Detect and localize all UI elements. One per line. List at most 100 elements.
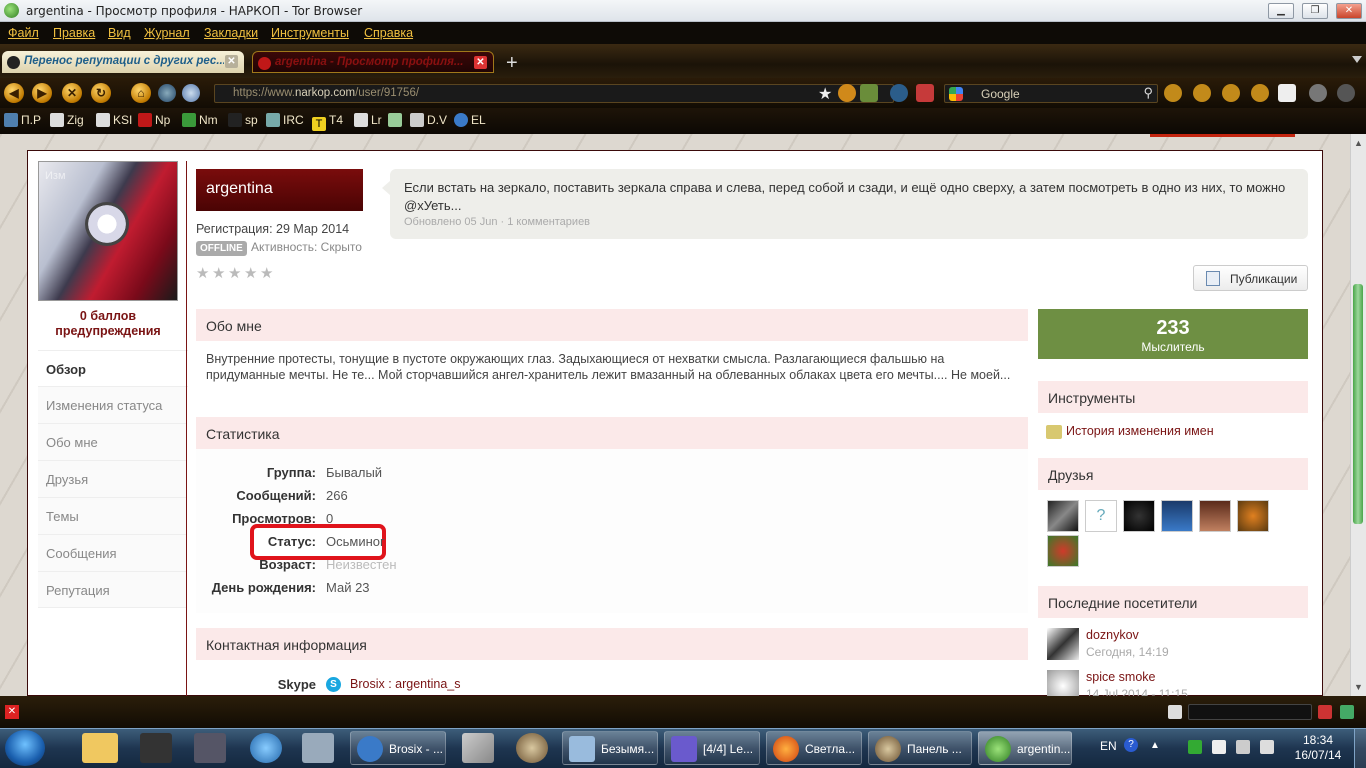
- restore-button[interactable]: ❐: [1302, 3, 1328, 19]
- tab-close-icon[interactable]: ✕: [225, 55, 238, 68]
- taskbar-item-brosix[interactable]: Brosix - ...: [350, 731, 446, 765]
- toolbar-icon-3[interactable]: [1222, 84, 1240, 102]
- rating-stars[interactable]: ★ ★ ★ ★ ★: [196, 266, 276, 281]
- forward-icon[interactable]: ▶: [32, 83, 52, 103]
- taskbar-app-icon[interactable]: [194, 733, 226, 763]
- search-icon[interactable]: ⚲: [1143, 85, 1153, 101]
- friend-avatar[interactable]: [1123, 500, 1155, 532]
- star-icon[interactable]: ★: [196, 266, 211, 281]
- sidebar-item-about[interactable]: Обо мне: [38, 424, 186, 461]
- skype-value[interactable]: Brosix : argentina_s: [350, 677, 460, 691]
- toolbar-icon-5[interactable]: [1278, 84, 1296, 102]
- avatar-edit-overlay[interactable]: Изм: [45, 170, 66, 182]
- stop-icon[interactable]: ✕: [62, 83, 82, 103]
- extension-atom-icon[interactable]: [890, 84, 908, 102]
- status-addon-icon-2[interactable]: [1318, 705, 1332, 719]
- menu-history[interactable]: Журнал: [144, 26, 190, 40]
- bookmark-t4[interactable]: T T4: [312, 113, 343, 131]
- tray-arrow-icon[interactable]: ▲: [1150, 740, 1160, 751]
- close-window-button[interactable]: ✕: [1336, 3, 1362, 19]
- friend-avatar[interactable]: [1237, 500, 1269, 532]
- bookmark-unnamed[interactable]: [388, 113, 405, 127]
- bookmark-sp[interactable]: sp: [228, 113, 258, 127]
- friend-avatar[interactable]: [1199, 500, 1231, 532]
- sidebar-item-posts[interactable]: Сообщения: [38, 535, 186, 572]
- tab-close-icon[interactable]: ✕: [474, 56, 487, 69]
- url-bar[interactable]: https://www.narkop.com/user/91756/: [214, 84, 894, 103]
- menu-view[interactable]: Вид: [108, 26, 131, 40]
- menu-edit[interactable]: Правка: [53, 26, 95, 40]
- tab-reputation-transfer[interactable]: Перенос репутации с других рес... ✕: [2, 51, 244, 73]
- taskbar-sound-icon[interactable]: [302, 733, 334, 763]
- scrollbar-thumb[interactable]: [1353, 284, 1363, 524]
- bookmark-irc[interactable]: IRC: [266, 113, 304, 127]
- friend-avatar[interactable]: [1047, 535, 1079, 567]
- scroll-up-icon[interactable]: ▲: [1354, 138, 1363, 148]
- explorer-taskbar-icon[interactable]: [82, 733, 118, 763]
- bookmark-dv[interactable]: D.V: [410, 113, 447, 127]
- tab-list-chevron-icon[interactable]: [1352, 56, 1362, 66]
- avatar[interactable]: Изм: [38, 161, 178, 301]
- bookmark-nm[interactable]: Nm: [182, 113, 218, 127]
- toolbar-icon-4[interactable]: [1251, 84, 1269, 102]
- sidebar-item-reputation[interactable]: Репутация: [38, 572, 186, 608]
- tray-icon[interactable]: [1188, 740, 1202, 754]
- status-addon-dropdown[interactable]: [1188, 704, 1312, 720]
- tab-argentina-profile[interactable]: argentina - Просмотр профиля... ✕: [252, 51, 494, 73]
- taskbar-item-untitled[interactable]: Безымя...: [562, 731, 658, 765]
- tray-icon[interactable]: [1212, 740, 1226, 754]
- toolbar-icon-7[interactable]: [1337, 84, 1355, 102]
- show-desktop-button[interactable]: [1354, 729, 1366, 768]
- clock[interactable]: 18:34 16/07/14: [1290, 733, 1346, 763]
- close-bar-icon[interactable]: ✕: [5, 705, 19, 719]
- taskbar-item-panel[interactable]: Панель ...: [868, 731, 972, 765]
- network-icon[interactable]: [1236, 740, 1250, 754]
- name-history-link[interactable]: История изменения имен: [1066, 424, 1214, 438]
- bookmark-np[interactable]: Np: [138, 113, 170, 127]
- visitor-avatar[interactable]: [1047, 670, 1079, 696]
- star-icon[interactable]: ★: [244, 266, 259, 281]
- menu-help[interactable]: Справка: [364, 26, 413, 40]
- bookmark-lr[interactable]: Lr: [354, 113, 382, 127]
- status-addon-icon-3[interactable]: [1340, 705, 1354, 719]
- visitor-name[interactable]: doznykov: [1086, 628, 1139, 642]
- star-icon[interactable]: ★: [260, 266, 275, 281]
- taskbar-app-icon[interactable]: [140, 733, 172, 763]
- back-icon[interactable]: ◀: [4, 83, 24, 103]
- friend-avatar[interactable]: [1047, 500, 1079, 532]
- star-icon[interactable]: ★: [228, 266, 243, 281]
- start-button[interactable]: [5, 730, 45, 766]
- bookmark-el[interactable]: EL: [454, 113, 486, 127]
- bookmark-pr[interactable]: П.Р: [4, 113, 41, 127]
- sidebar-item-topics[interactable]: Темы: [38, 498, 186, 535]
- status-update-meta[interactable]: Обновлено 05 Jun · 1 комментариев: [404, 216, 590, 228]
- friend-avatar[interactable]: [1161, 500, 1193, 532]
- volume-icon[interactable]: [1260, 740, 1274, 754]
- help-icon[interactable]: ?: [1124, 738, 1138, 752]
- taskbar-item-firefox[interactable]: Светла...: [766, 731, 862, 765]
- taskbar-item-argentina[interactable]: argentin...: [978, 731, 1072, 765]
- tor-taskbar-icon[interactable]: [516, 733, 548, 763]
- extension-house-icon[interactable]: [860, 84, 878, 102]
- toolbar-icon-1[interactable]: [1164, 84, 1182, 102]
- star-icon[interactable]: ★: [212, 266, 227, 281]
- visitor-avatar[interactable]: [1047, 628, 1079, 660]
- noscript-icon[interactable]: [182, 84, 200, 102]
- visitor-name[interactable]: spice smoke: [1086, 670, 1155, 684]
- home-icon[interactable]: ⌂: [131, 83, 151, 103]
- friend-avatar[interactable]: ?: [1085, 500, 1117, 532]
- taskbar-item-le[interactable]: [4/4] Le...: [664, 731, 760, 765]
- publications-button[interactable]: Публикации: [1193, 265, 1308, 291]
- sidebar-item-friends[interactable]: Друзья: [38, 461, 186, 498]
- toolbar-icon-6[interactable]: [1309, 84, 1327, 102]
- reload-icon[interactable]: ↻: [91, 83, 111, 103]
- bookmark-zig[interactable]: Zig: [50, 113, 84, 127]
- sidebar-item-overview[interactable]: Обзор: [38, 350, 188, 387]
- toolbar-icon-2[interactable]: [1193, 84, 1211, 102]
- menu-tools[interactable]: Инструменты: [271, 26, 349, 40]
- sidebar-item-status-changes[interactable]: Изменения статуса: [38, 387, 186, 424]
- download-icon[interactable]: [838, 84, 856, 102]
- language-indicator[interactable]: EN: [1100, 739, 1117, 753]
- new-tab-icon[interactable]: +: [506, 52, 518, 75]
- taskbar-globe-icon[interactable]: [250, 733, 282, 763]
